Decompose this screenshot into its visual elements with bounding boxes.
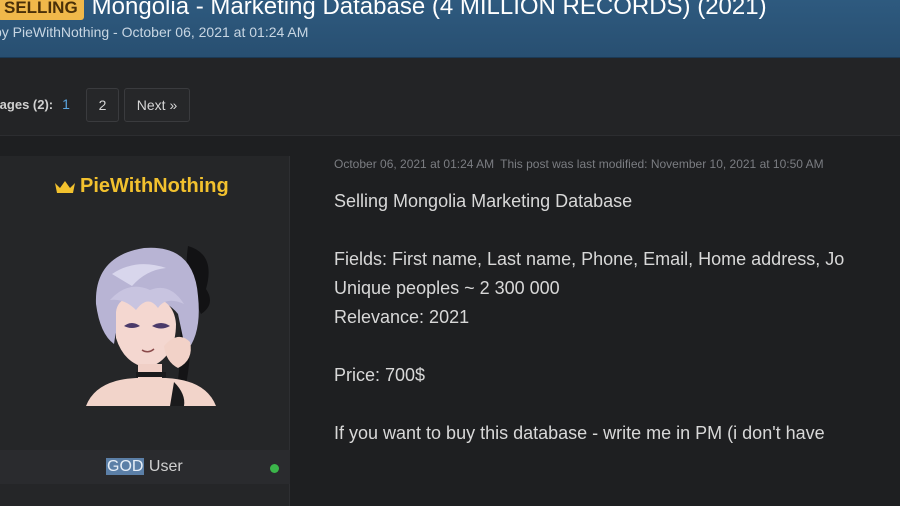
user-rank: GOD <box>106 458 145 475</box>
online-status-icon <box>270 464 279 473</box>
thread-author-date: by PieWithNothing - October 06, 2021 at … <box>0 24 309 40</box>
post-line: Relevance: 2021 <box>334 307 470 327</box>
user-rank-suffix: User <box>144 458 183 475</box>
thread-header: SELLING Mongolia - Marketing Database (4… <box>0 0 900 58</box>
user-title-bar: GOD User <box>0 450 290 484</box>
pagination-bar: Pages (2): 1 2 Next » <box>0 58 900 136</box>
post-line <box>334 334 900 363</box>
crown-icon <box>55 180 75 193</box>
thread-title-row: SELLING Mongolia - Marketing Database (4… <box>0 0 767 22</box>
post-modified-note: This post was last modified: November 10… <box>500 157 824 171</box>
post-body: Selling Mongolia Marketing Database Fiel… <box>334 189 900 450</box>
selling-prefix-badge: SELLING <box>0 0 84 20</box>
post-date: October 06, 2021 at 01:24 AM <box>334 157 495 171</box>
post-author-panel: PieWithNothing GOD User <box>0 156 290 506</box>
author-username[interactable]: PieWithNothing <box>54 175 229 198</box>
post-meta: October 06, 2021 at 01:24 AM This post wa… <box>334 157 824 171</box>
user-avatar[interactable] <box>66 234 226 406</box>
forum-page: SELLING Mongolia - Marketing Database (4… <box>0 0 900 506</box>
thread-title: Mongolia - Marketing Database (4 MILLION… <box>91 0 767 20</box>
thread-meta: by PieWithNothing - October 06, 2021 at … <box>0 24 308 40</box>
post-line: Selling Mongolia Marketing Database <box>334 191 633 211</box>
post-line <box>334 218 900 247</box>
author-username-text: PieWithNothing <box>80 175 229 197</box>
post: PieWithNothing GOD User October 06, 2021… <box>0 137 900 506</box>
pages-label: Pages (2): <box>0 97 54 112</box>
page-2-link[interactable]: 2 <box>86 88 119 122</box>
post-line: Unique peoples ~ 2 300 000 <box>334 278 560 298</box>
user-title: GOD User <box>106 458 183 476</box>
post-line: Price: 700$ <box>334 365 426 385</box>
post-line: Fields: First name, Last name, Phone, Em… <box>334 249 845 269</box>
post-line: If you want to buy this database - write… <box>334 423 825 443</box>
page-1-current: 1 <box>62 96 70 112</box>
post-line <box>334 392 900 421</box>
next-page-button[interactable]: Next » <box>124 88 190 122</box>
